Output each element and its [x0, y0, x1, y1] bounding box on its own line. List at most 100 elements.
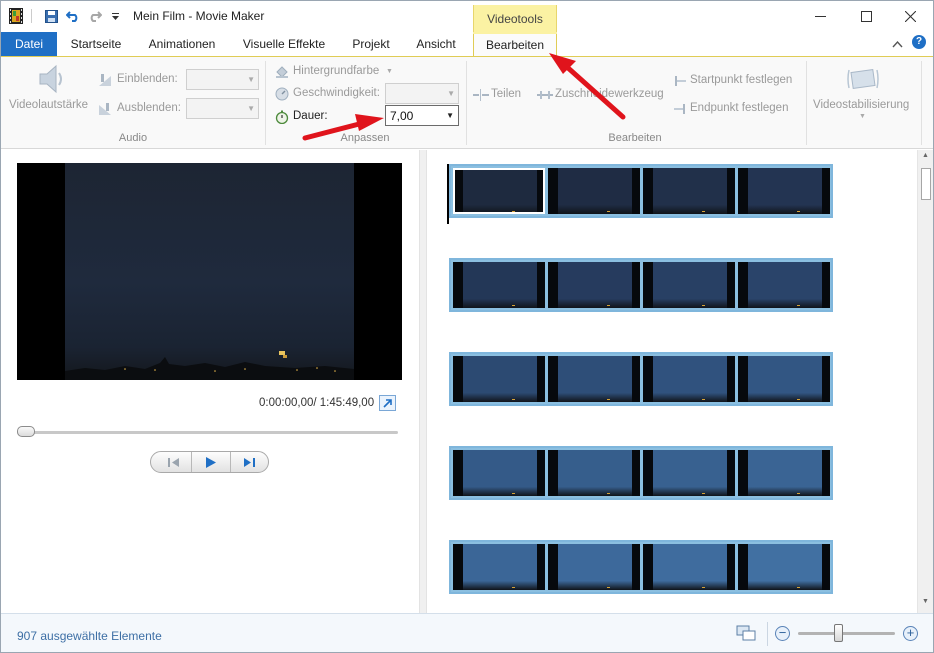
clip-thumbnail[interactable] — [643, 262, 735, 308]
video-stabilization-button[interactable]: Videostabilisierung — [813, 99, 909, 111]
clip-thumbnail[interactable] — [738, 168, 830, 214]
set-start-button[interactable]: Startpunkt festlegen — [690, 74, 792, 86]
zoom-slider[interactable] — [798, 632, 895, 635]
status-bar: 907 ausgewählte Elemente − + — [1, 613, 933, 652]
tab-projekt[interactable]: Projekt — [341, 32, 401, 56]
storyboard-scrollbar[interactable]: ▲ ▼ — [917, 150, 933, 613]
fade-in-label: Einblenden: — [117, 73, 178, 85]
tab-animationen[interactable]: Animationen — [137, 32, 227, 56]
clip-frame-image — [463, 450, 537, 496]
clip-frame-image — [463, 356, 537, 402]
clip-thumbnail[interactable] — [453, 262, 545, 308]
clip-thumbnail[interactable] — [643, 168, 735, 214]
help-icon[interactable]: ? — [912, 35, 926, 49]
clip-thumbnail[interactable] — [548, 450, 640, 496]
scrollbar-thumb[interactable] — [921, 168, 931, 200]
title-bar: Mein Film - Movie Maker Videotools — [1, 1, 933, 32]
seek-bar-thumb[interactable] — [17, 426, 35, 437]
context-tab-highlight — [473, 32, 557, 34]
minimize-button[interactable] — [797, 1, 843, 32]
undo-icon[interactable] — [65, 8, 81, 24]
trim-tool-button[interactable]: Zuschneidewerkzeug — [555, 88, 664, 100]
clip-thumbnail[interactable] — [453, 168, 545, 214]
clip-thumbnail[interactable] — [548, 262, 640, 308]
stopwatch-icon — [275, 110, 289, 125]
clip-thumbnail[interactable] — [643, 450, 735, 496]
tab-visuelle-effekte[interactable]: Visuelle Effekte — [231, 32, 337, 56]
maximize-button[interactable] — [843, 1, 889, 32]
save-icon[interactable] — [43, 8, 59, 24]
zoom-in-button[interactable]: + — [903, 626, 918, 641]
tab-bearbeiten[interactable]: Bearbeiten — [473, 32, 557, 57]
play-icon — [206, 456, 216, 468]
city-light — [797, 399, 800, 400]
storyboard[interactable] — [427, 150, 917, 613]
qat-separator — [31, 9, 32, 23]
seek-bar[interactable] — [17, 431, 398, 434]
redo-icon[interactable] — [87, 8, 103, 24]
clip-thumbnail[interactable] — [453, 544, 545, 590]
zoom-out-button[interactable]: − — [775, 626, 790, 641]
clip-thumbnail[interactable] — [738, 544, 830, 590]
group-separator — [466, 61, 467, 145]
fade-out-select[interactable]: ▼ — [186, 98, 259, 119]
play-button[interactable] — [196, 452, 226, 472]
fullscreen-preview-button[interactable] — [379, 395, 396, 411]
tab-datei[interactable]: Datei — [1, 32, 57, 56]
clip-frame-image — [558, 356, 632, 402]
group-separator — [806, 61, 807, 145]
clip-thumbnail[interactable] — [453, 356, 545, 402]
scroll-up-icon[interactable]: ▲ — [922, 152, 929, 159]
clip-thumbnail[interactable] — [548, 544, 640, 590]
video-preview[interactable] — [17, 163, 402, 380]
fade-in-select[interactable]: ▼ — [186, 69, 259, 90]
clip-thumbnail[interactable] — [738, 262, 830, 308]
city-light — [512, 399, 515, 400]
clip-frame-image — [558, 262, 632, 308]
clip-thumbnail[interactable] — [643, 544, 735, 590]
thumbnail-size-icon[interactable] — [736, 625, 756, 644]
tab-ansicht[interactable]: Ansicht — [405, 32, 467, 56]
city-light — [702, 211, 705, 212]
previous-frame-button[interactable] — [161, 452, 187, 472]
clip-thumbnail[interactable] — [453, 450, 545, 496]
pane-splitter[interactable] — [419, 150, 427, 613]
clip-thumbnail[interactable] — [548, 356, 640, 402]
speed-icon — [275, 87, 289, 101]
set-end-button[interactable]: Endpunkt festlegen — [690, 102, 788, 114]
city-light — [607, 399, 610, 400]
storyboard-row — [449, 352, 833, 406]
clip-frame-image — [653, 262, 727, 308]
city-light — [512, 587, 515, 588]
clip-thumbnail[interactable] — [643, 356, 735, 402]
scroll-down-icon[interactable]: ▼ — [922, 598, 929, 605]
close-button[interactable] — [887, 1, 933, 32]
fade-out-label: Ausblenden: — [117, 102, 181, 114]
video-volume-button[interactable]: Videolautstärke — [9, 99, 88, 111]
speed-select[interactable]: ▼ — [385, 83, 459, 104]
clip-thumbnail[interactable] — [738, 356, 830, 402]
app-icon[interactable] — [9, 8, 23, 24]
city-light — [607, 587, 610, 588]
split-button[interactable]: Teilen — [491, 88, 521, 100]
city-light — [797, 587, 800, 588]
city-light — [797, 305, 800, 306]
tab-startseite[interactable]: Startseite — [59, 32, 133, 56]
next-frame-icon — [244, 457, 255, 467]
duration-select[interactable]: 7,00 ▼ — [385, 105, 459, 126]
collapse-ribbon-icon[interactable] — [892, 37, 903, 51]
ribbon-tab-row: Datei Startseite Animationen Visuelle Ef… — [1, 32, 933, 57]
status-separator — [767, 622, 768, 646]
clip-frame-image — [653, 450, 727, 496]
video-stabilization-icon — [846, 64, 880, 97]
selected-clip-frame — [453, 168, 545, 214]
zoom-slider-thumb[interactable] — [834, 624, 843, 642]
customize-qat-icon[interactable] — [107, 8, 123, 24]
clip-thumbnail[interactable] — [738, 450, 830, 496]
duration-value: 7,00 — [390, 109, 414, 123]
clip-thumbnail[interactable] — [548, 168, 640, 214]
background-color-button[interactable]: Hintergrundfarbe — [293, 65, 379, 77]
city-light — [607, 493, 610, 494]
next-frame-button[interactable] — [235, 452, 263, 472]
videotools-context-header: Videotools — [473, 5, 557, 32]
